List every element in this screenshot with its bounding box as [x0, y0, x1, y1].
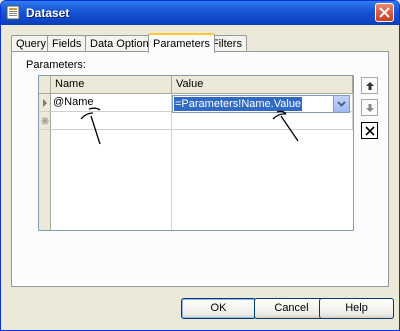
- tab-parameters[interactable]: Parameters: [148, 33, 215, 53]
- dataset-dialog: Dataset Query Fields Data Options Parame…: [0, 0, 400, 331]
